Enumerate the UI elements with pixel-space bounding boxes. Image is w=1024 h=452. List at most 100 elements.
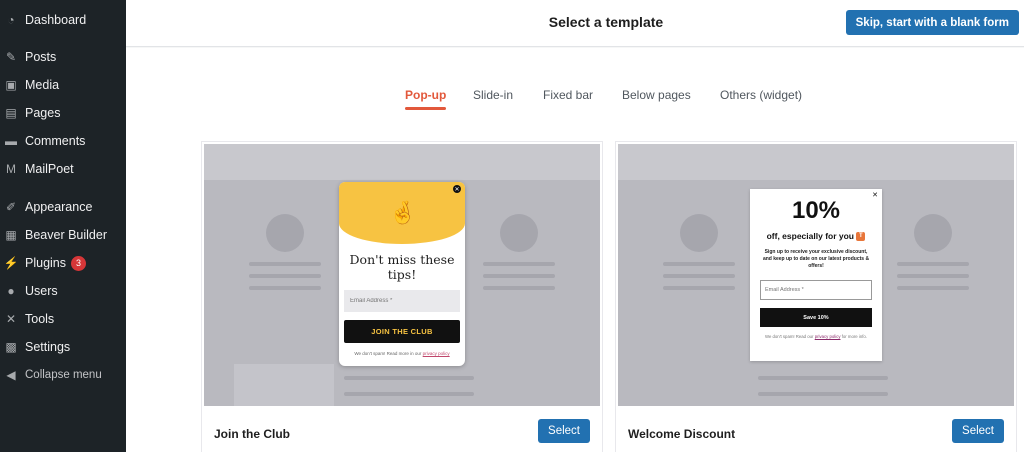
- discount-amount: 10%: [791, 197, 841, 224]
- privacy-note-end: for more info.: [841, 334, 868, 339]
- sidebar-item-label: Settings: [25, 340, 71, 354]
- mock-line: [897, 274, 969, 278]
- select-template-button[interactable]: Select: [538, 419, 590, 443]
- sidebar-item-label: Appearance: [25, 200, 93, 214]
- tab-pop-up[interactable]: Pop-up: [405, 88, 446, 102]
- privacy-note: We don't spam! Read our privacy policy f…: [756, 334, 876, 340]
- sidebar-item-label: Plugins: [25, 256, 66, 270]
- mock-line: [344, 376, 474, 380]
- discount-subheading: off, especially for you T: [750, 231, 882, 242]
- template-header: Select a template Skip, start with a bla…: [126, 0, 1024, 47]
- email-field[interactable]: [760, 280, 872, 300]
- mock-avatar: [500, 214, 538, 252]
- mock-line: [663, 286, 735, 290]
- mock-line: [483, 274, 555, 278]
- sidebar-item-label: Media: [25, 78, 60, 92]
- join-club-button[interactable]: JOIN THE CLUB: [344, 320, 460, 343]
- collapse-icon: ◀: [6, 368, 16, 382]
- template-preview[interactable]: 🤞 ✕ Don't miss these tips! JOIN THE CLUB…: [204, 144, 600, 406]
- mock-line: [663, 274, 735, 278]
- privacy-policy-link[interactable]: privacy policy: [423, 351, 450, 356]
- sidebar-item-mailpoet[interactable]: M MailPoet: [0, 156, 126, 182]
- popup-join-the-club: 🤞 ✕ Don't miss these tips! JOIN THE CLUB…: [339, 182, 465, 366]
- sidebar-item-label: Pages: [25, 106, 61, 120]
- select-template-button[interactable]: Select: [952, 419, 1004, 443]
- mailpoet-icon: M: [6, 162, 16, 176]
- tab-below-pages[interactable]: Below pages: [622, 88, 691, 102]
- template-card-welcome-discount[interactable]: ✕ 10% off, especially for you T Sign up …: [615, 141, 1017, 452]
- user-icon: ●: [7, 284, 15, 298]
- mock-line: [483, 262, 555, 266]
- sidebar-item-label: Comments: [25, 134, 86, 148]
- close-icon[interactable]: ✕: [453, 185, 461, 193]
- mock-line: [663, 262, 735, 266]
- sidebar-item-label: Users: [25, 284, 58, 298]
- sidebar-item-dashboard[interactable]: ◔ Dashboard: [0, 7, 126, 33]
- mock-line: [249, 274, 321, 278]
- card-footer: Join the Club Select: [202, 406, 602, 452]
- active-tab-indicator: [405, 107, 446, 110]
- mock-line: [758, 376, 888, 380]
- media-icon: ▣: [5, 78, 17, 92]
- template-preview[interactable]: ✕ 10% off, especially for you T Sign up …: [618, 144, 1014, 406]
- sidebar-item-plugins[interactable]: ⚡ Plugins 3: [0, 250, 126, 276]
- sidebar-item-label: Collapse menu: [25, 369, 102, 381]
- template-name: Join the Club: [214, 427, 290, 441]
- discount-subheading-text: off, especially for you: [766, 231, 854, 241]
- wrench-icon: ✕: [5, 312, 17, 326]
- sidebar-item-label: Tools: [25, 312, 55, 326]
- pages-icon: ▤: [5, 106, 17, 120]
- brush-icon: ✐: [5, 200, 17, 214]
- mock-avatar: [266, 214, 304, 252]
- template-type-tabs: Pop-up Slide-in Fixed bar Below pages Ot…: [126, 88, 1024, 116]
- discount-description: Sign up to receive your exclusive discou…: [762, 249, 870, 269]
- template-name: Welcome Discount: [628, 427, 736, 441]
- template-content: Pop-up Slide-in Fixed bar Below pages Ot…: [126, 48, 1024, 452]
- crossed-fingers-icon: 🤞: [389, 200, 417, 225]
- mock-line: [344, 392, 474, 396]
- sidebar-item-comments[interactable]: ▬ Comments: [0, 128, 126, 154]
- sidebar-item-appearance[interactable]: ✐ Appearance: [0, 194, 126, 220]
- mock-line: [249, 262, 321, 266]
- collapse-menu-button[interactable]: ◀ Collapse menu: [0, 362, 126, 388]
- plug-icon: ⚡: [3, 256, 19, 270]
- tab-fixed-bar[interactable]: Fixed bar: [543, 88, 593, 102]
- sidebar-item-label: Dashboard: [25, 13, 87, 27]
- template-card-join-the-club[interactable]: 🤞 ✕ Don't miss these tips! JOIN THE CLUB…: [201, 141, 603, 452]
- mock-header: [618, 144, 1014, 180]
- sidebar-item-label: MailPoet: [25, 162, 74, 176]
- mock-line: [897, 262, 969, 266]
- privacy-note-text: We don't spam! Read more in our: [354, 351, 422, 356]
- privacy-note: We don't spam! Read more in our privacy …: [339, 351, 465, 356]
- save-discount-button[interactable]: Save 10%: [760, 308, 872, 327]
- sidebar-item-tools[interactable]: ✕ Tools: [0, 306, 126, 332]
- sidebar-item-users[interactable]: ● Users: [0, 278, 126, 304]
- update-count-badge: 3: [71, 255, 86, 271]
- mock-image: [234, 364, 334, 406]
- admin-sidebar: ◔ Dashboard ✎ Posts ▣ Media ▤ Pages ▬ Co…: [0, 0, 126, 452]
- card-footer: Welcome Discount Select: [616, 406, 1016, 452]
- pin-icon: ✎: [5, 50, 17, 64]
- email-field[interactable]: [344, 290, 460, 312]
- mock-line: [897, 286, 969, 290]
- sidebar-item-pages[interactable]: ▤ Pages: [0, 100, 126, 126]
- sidebar-item-posts[interactable]: ✎ Posts: [0, 44, 126, 70]
- sidebar-item-label: Posts: [25, 50, 57, 64]
- tab-slide-in[interactable]: Slide-in: [473, 88, 513, 102]
- mock-line: [249, 286, 321, 290]
- skip-blank-form-button[interactable]: Skip, start with a blank form: [845, 10, 1019, 35]
- mock-header: [204, 144, 600, 180]
- privacy-note-text: We don't spam! Read our: [764, 334, 814, 339]
- popup-heading: Don't miss these tips!: [349, 252, 455, 282]
- sidebar-item-label: Beaver Builder: [25, 228, 107, 242]
- mock-avatar: [914, 214, 952, 252]
- privacy-policy-link[interactable]: privacy policy: [815, 334, 841, 339]
- sidebar-item-settings[interactable]: ▩ Settings: [0, 334, 126, 360]
- comment-icon: ▬: [5, 134, 17, 148]
- sidebar-item-beaver-builder[interactable]: ▦ Beaver Builder: [0, 222, 126, 248]
- sidebar-item-media[interactable]: ▣ Media: [0, 72, 126, 98]
- layout-icon: ▦: [5, 228, 17, 242]
- tab-others-widget[interactable]: Others (widget): [720, 88, 802, 102]
- mock-line: [483, 286, 555, 290]
- main-area: Select a template Skip, start with a bla…: [126, 0, 1024, 452]
